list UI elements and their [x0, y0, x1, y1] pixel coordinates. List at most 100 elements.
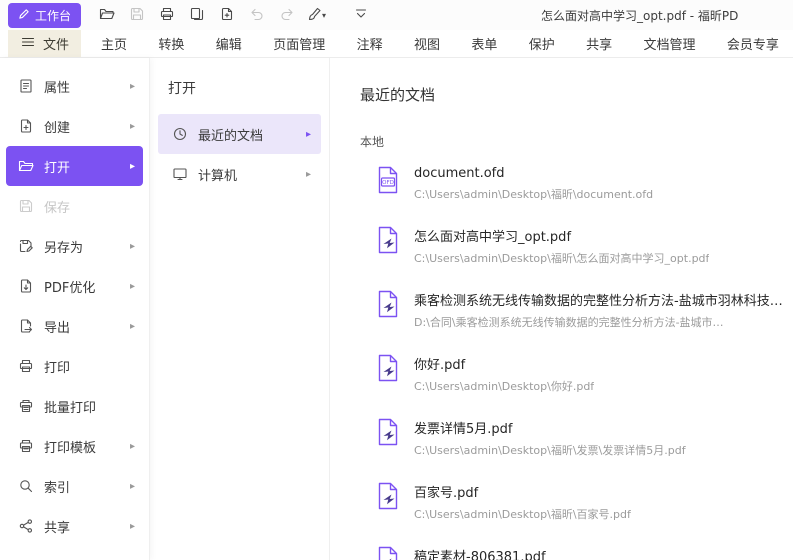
file-menu-overlay: 属性 ▸ 创建 ▸ 打开 ▸ 保存 ▸ 另存为 ▸ [0, 58, 793, 560]
open-icon [18, 158, 34, 174]
file-menu-item-label: 批量打印 [44, 397, 96, 416]
menu-tab[interactable]: 会员专享 [725, 30, 781, 57]
file-menu-item[interactable]: 共享 ▸ [6, 506, 143, 546]
file-meta: 乘客检测系统无线传输数据的完整性分析方法-盐城市羽林科技… D:\合同\乘客检测… [414, 290, 783, 330]
menu-tab[interactable]: 保护 [527, 30, 557, 57]
menubar: 文件 主页转换 编辑页面管理 注释视图表单 保护共享 文档管理会员专享 [0, 30, 793, 58]
recent-file-row[interactable]: OFD document.ofd C:\Users\admin\Desktop\… [360, 154, 793, 214]
toolbar-button[interactable]: ▾ [347, 3, 374, 27]
file-menu-item[interactable]: 批量打印 ▸ [6, 386, 143, 426]
menu-tab[interactable]: 注释 [355, 30, 385, 57]
file-path: C:\Users\admin\Desktop\福昕\document.ofd [414, 186, 653, 202]
share-icon [18, 518, 34, 534]
pdf-file-icon [376, 482, 400, 510]
file-menu-item[interactable]: 打印模板 ▸ [6, 426, 143, 466]
recent-file-row[interactable]: 你好.pdf C:\Users\admin\Desktop\你好.pdf [360, 342, 793, 406]
customize-toolbar-icon [353, 6, 369, 25]
recent-file-row[interactable]: 稿定素材-806381.pdf [360, 534, 793, 560]
toolbar-button[interactable]: ▾ [303, 3, 330, 27]
file-name: 怎么面对高中学习_opt.pdf [414, 226, 709, 245]
recent-file-list: OFD document.ofd C:\Users\admin\Desktop\… [360, 154, 793, 560]
workspace-button[interactable]: 工作台 [8, 3, 81, 28]
open-panel-list: 最近的文档 ▸ 计算机 ▸ [150, 114, 329, 194]
recent-documents-title: 最近的文档 [360, 84, 793, 105]
new-doc-icon [219, 6, 235, 25]
file-menu-item[interactable]: 创建 ▸ [6, 106, 143, 146]
file-menu-item[interactable]: PDF优化 ▸ [6, 266, 143, 306]
print-template-icon [18, 438, 34, 454]
save-as-icon [18, 238, 34, 254]
file-meta: 百家号.pdf C:\Users\admin\Desktop\福昕\百家号.pd… [414, 482, 631, 522]
file-menu-item-label: 创建 [44, 117, 70, 136]
file-menu-item-label: 保存 [44, 197, 70, 216]
menu-tab[interactable]: 页面管理 [271, 30, 327, 57]
file-meta: 怎么面对高中学习_opt.pdf C:\Users\admin\Desktop\… [414, 226, 709, 266]
create-icon [18, 118, 34, 134]
local-section-label: 本地 [360, 133, 793, 150]
menu-tab[interactable]: 主页 [99, 30, 129, 57]
file-menu-item-label: PDF优化 [44, 277, 95, 296]
recent-file-row[interactable]: 乘客检测系统无线传输数据的完整性分析方法-盐城市羽林科技… D:\合同\乘客检测… [360, 278, 793, 342]
menu-tab[interactable]: 表单 [469, 30, 499, 57]
print-icon [159, 6, 175, 25]
submenu-arrow-icon: ▸ [306, 129, 311, 140]
file-path: C:\Users\admin\Desktop\福昕\发票\发票详情5月.pdf [414, 442, 686, 458]
file-menu-item[interactable]: 另存为 ▸ [6, 226, 143, 266]
file-menu-item-label: 另存为 [44, 237, 83, 256]
toolbar-button[interactable]: ▾ [123, 3, 150, 27]
file-name: 你好.pdf [414, 354, 594, 373]
menu-tab[interactable]: 视图 [412, 30, 442, 57]
file-menu-item[interactable]: 属性 ▸ [6, 66, 143, 106]
open-submenu-panel: 打开 最近的文档 ▸ 计算机 ▸ [150, 58, 330, 560]
file-menu-item-label: 打印 [44, 357, 70, 376]
open-panel-item[interactable]: 最近的文档 ▸ [158, 114, 321, 154]
file-menu-item-label: 打印模板 [44, 437, 96, 456]
file-path: C:\Users\admin\Desktop\你好.pdf [414, 378, 594, 394]
toolbar-button[interactable]: ▾ [243, 3, 270, 27]
file-menu-item[interactable]: 打印 ▸ [6, 346, 143, 386]
file-menu-item[interactable]: 索引 ▸ [6, 466, 143, 506]
file-menu-item-label: 共享 [44, 517, 70, 536]
recent-file-row[interactable]: 发票详情5月.pdf C:\Users\admin\Desktop\福昕\发票\… [360, 406, 793, 470]
undo-icon [249, 6, 265, 25]
ink-pen-icon [307, 6, 323, 25]
file-menu-item[interactable]: 打开 ▸ [6, 146, 143, 186]
menu-tab[interactable]: 编辑 [214, 30, 244, 57]
document-title: 怎么面对高中学习_opt.pdf - 福昕PD [541, 7, 793, 24]
menu-tab[interactable]: 共享 [584, 30, 614, 57]
menu-tab[interactable]: 转换 [156, 30, 186, 57]
ofd-file-icon: OFD [376, 166, 400, 194]
file-menu-panel: 属性 ▸ 创建 ▸ 打开 ▸ 保存 ▸ 另存为 ▸ [0, 58, 150, 560]
copy-doc-icon [189, 6, 205, 25]
menu-tabs: 主页转换 编辑页面管理 注释视图表单 保护共享 文档管理会员专享 [81, 30, 793, 57]
pdf-file-icon [376, 226, 400, 254]
file-path: C:\Users\admin\Desktop\福昕\怎么面对高中学习_opt.p… [414, 250, 709, 266]
toolbar-button[interactable]: ▾ [153, 3, 180, 27]
menu-file[interactable]: 文件 [8, 30, 81, 57]
submenu-arrow-icon: ▸ [130, 521, 135, 532]
open-panel-item[interactable]: 计算机 ▸ [158, 154, 321, 194]
toolbar-button[interactable]: ▾ [213, 3, 240, 27]
toolbar-button[interactable]: ▾ [183, 3, 210, 27]
index-icon [18, 478, 34, 494]
save-icon [129, 6, 145, 25]
recent-file-row[interactable]: 怎么面对高中学习_opt.pdf C:\Users\admin\Desktop\… [360, 214, 793, 278]
pdf-file-icon [376, 354, 400, 382]
quick-access-toolbar: ▾ ▾ ▾ ▾ ▾ ▾ ▾ [93, 3, 374, 27]
submenu-arrow-icon: ▸ [130, 481, 135, 492]
open-panel-item-label: 最近的文档 [198, 125, 263, 144]
menu-tab[interactable]: 文档管理 [642, 30, 698, 57]
hamburger-icon [20, 34, 36, 54]
dropdown-caret-icon: ▾ [322, 11, 326, 20]
redo-icon [279, 6, 295, 25]
toolbar-button[interactable]: ▾ [93, 3, 120, 27]
file-path: D:\合同\乘客检测系统无线传输数据的完整性分析方法-盐城市… [414, 314, 783, 330]
recent-file-row[interactable]: 百家号.pdf C:\Users\admin\Desktop\福昕\百家号.pd… [360, 470, 793, 534]
file-menu-item[interactable]: 导出 ▸ [6, 306, 143, 346]
workspace-label: 工作台 [35, 7, 71, 24]
file-name: document.ofd [414, 166, 653, 181]
save-icon [18, 198, 34, 214]
file-menu-item[interactable]: 保存 ▸ [6, 186, 143, 226]
pdf-optimize-icon [18, 278, 34, 294]
toolbar-button[interactable]: ▾ [273, 3, 300, 27]
